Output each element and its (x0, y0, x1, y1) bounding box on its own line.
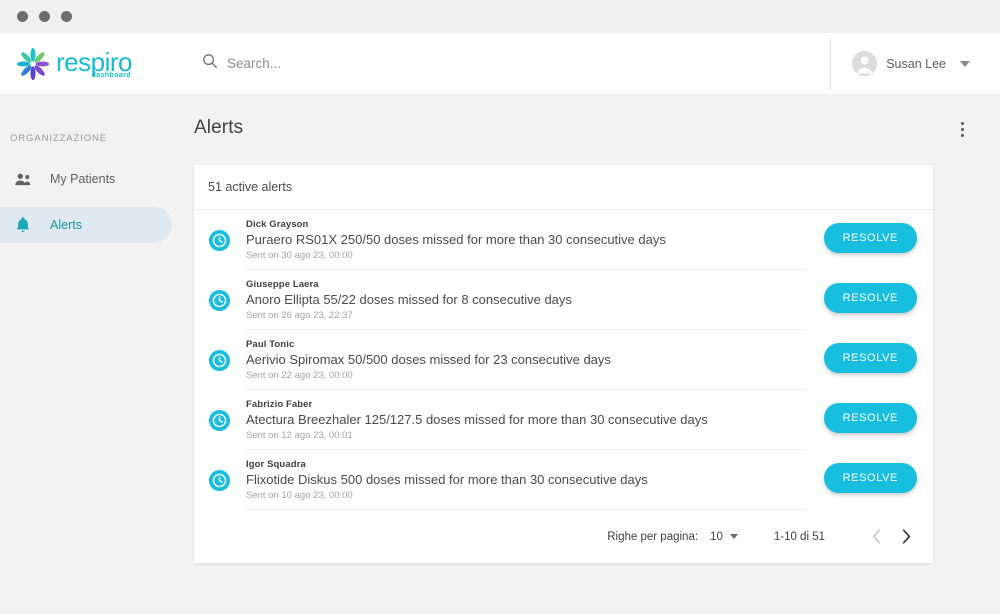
sidebar-item-label: Alerts (50, 218, 82, 232)
chevron-left-icon[interactable] (861, 529, 891, 544)
table-row[interactable]: Paul Tonic Aerivio Spiromax 50/500 doses… (194, 330, 933, 390)
window-maximize-dot[interactable] (61, 11, 72, 22)
page-header: Alerts (172, 117, 1000, 141)
search-bar[interactable] (202, 53, 830, 74)
alert-message: Aerivio Spiromax 50/500 doses missed for… (246, 352, 611, 367)
alerts-card: 51 active alerts Dick Grayson Puraero RS… (194, 165, 933, 563)
alert-body: Dick Grayson Puraero RS01X 250/50 doses … (246, 210, 807, 270)
clock-alert-icon (208, 289, 246, 312)
alert-timestamp: Sent on 10 ago 23, 00:00 (246, 490, 353, 501)
clock-alert-icon (208, 349, 246, 372)
chevron-right-icon[interactable] (891, 529, 921, 544)
sidebar: ORGANIZZAZIONE My Patients Alerts (0, 95, 172, 614)
alert-message: Flixotide Diskus 500 doses missed for mo… (246, 472, 648, 487)
alert-body: Fabrizio Faber Atectura Breezhaler 125/1… (246, 390, 807, 450)
clock-alert-icon (208, 469, 246, 492)
alert-body: Igor Squadra Flixotide Diskus 500 doses … (246, 450, 807, 510)
sidebar-item-alerts[interactable]: Alerts (0, 207, 172, 243)
resolve-button[interactable]: RESOLVE (823, 403, 917, 433)
table-row[interactable]: Igor Squadra Flixotide Diskus 500 doses … (194, 450, 933, 510)
user-name-label: Susan Lee (886, 56, 946, 71)
page-title: Alerts (194, 117, 244, 138)
rows-per-page-select[interactable]: 10 (710, 531, 738, 543)
alerts-card-header: 51 active alerts (194, 165, 933, 210)
chevron-down-icon (729, 534, 738, 539)
brand-logo[interactable]: respiro dashboard (0, 47, 194, 81)
sidebar-item-my-patients[interactable]: My Patients (0, 161, 172, 197)
window-minimize-dot[interactable] (39, 11, 50, 22)
rows-per-page-value: 10 (710, 530, 723, 543)
alert-timestamp: Sent on 30 ago 23, 00:00 (246, 250, 353, 261)
alert-action-cell: RESOLVE (807, 463, 917, 497)
search-input[interactable] (227, 56, 487, 71)
app-header: respiro dashboard Susan Lee (0, 33, 1000, 95)
main-content: Alerts 51 active alerts Dick Grayson Pur… (172, 95, 1000, 614)
resolve-button[interactable]: RESOLVE (823, 343, 917, 373)
resolve-button[interactable]: RESOLVE (823, 463, 917, 493)
search-icon (202, 53, 218, 74)
alert-action-cell: RESOLVE (807, 283, 917, 317)
chevron-down-icon[interactable] (960, 60, 970, 67)
table-row[interactable]: Dick Grayson Puraero RS01X 250/50 doses … (194, 210, 933, 270)
brand-subtitle: dashboard (91, 71, 131, 79)
clock-alert-icon (208, 409, 246, 432)
pagination-range: 1-10 di 51 (773, 530, 825, 543)
alert-action-cell: RESOLVE (807, 343, 917, 377)
pagination-bar: Righe per pagina: 10 1-10 di 51 (194, 510, 933, 563)
alert-action-cell: RESOLVE (807, 223, 917, 257)
alert-patient-name: Dick Grayson (246, 219, 309, 230)
window-titlebar (0, 0, 1000, 33)
table-row[interactable]: Giuseppe Laera Anoro Ellipta 55/22 doses… (194, 270, 933, 330)
alert-message: Atectura Breezhaler 125/127.5 doses miss… (246, 412, 708, 427)
pinwheel-logo-icon (16, 47, 50, 81)
resolve-button[interactable]: RESOLVE (823, 283, 917, 313)
alert-action-cell: RESOLVE (807, 403, 917, 437)
user-menu[interactable]: Susan Lee (830, 37, 1000, 90)
table-row[interactable]: Fabrizio Faber Atectura Breezhaler 125/1… (194, 390, 933, 450)
alert-patient-name: Giuseppe Laera (246, 279, 319, 290)
alert-message: Puraero RS01X 250/50 doses missed for mo… (246, 232, 666, 247)
alert-timestamp: Sent on 22 ago 23, 00:00 (246, 370, 353, 381)
clock-alert-icon (208, 229, 246, 252)
sidebar-item-label: My Patients (50, 172, 116, 186)
alert-patient-name: Igor Squadra (246, 459, 306, 470)
user-avatar-icon (852, 51, 878, 76)
alert-message: Anoro Ellipta 55/22 doses missed for 8 c… (246, 292, 572, 307)
sidebar-section-label: ORGANIZZAZIONE (10, 133, 108, 144)
alert-patient-name: Fabrizio Faber (246, 399, 313, 410)
app-body: ORGANIZZAZIONE My Patients Alerts Alerts… (0, 95, 1000, 614)
alert-body: Paul Tonic Aerivio Spiromax 50/500 doses… (246, 330, 807, 390)
resolve-button[interactable]: RESOLVE (823, 223, 917, 253)
alert-patient-name: Paul Tonic (246, 339, 295, 350)
bell-icon (14, 216, 32, 234)
window-close-dot[interactable] (17, 11, 28, 22)
alert-body: Giuseppe Laera Anoro Ellipta 55/22 doses… (246, 270, 807, 330)
people-icon (14, 172, 32, 187)
active-alerts-count: 51 active alerts (208, 180, 293, 194)
alert-timestamp: Sent on 26 ago 23, 22:37 (246, 310, 353, 321)
more-vertical-icon[interactable] (955, 118, 970, 141)
rows-per-page-label: Righe per pagina: (607, 530, 699, 543)
alert-timestamp: Sent on 12 ago 23, 00:01 (246, 430, 353, 441)
